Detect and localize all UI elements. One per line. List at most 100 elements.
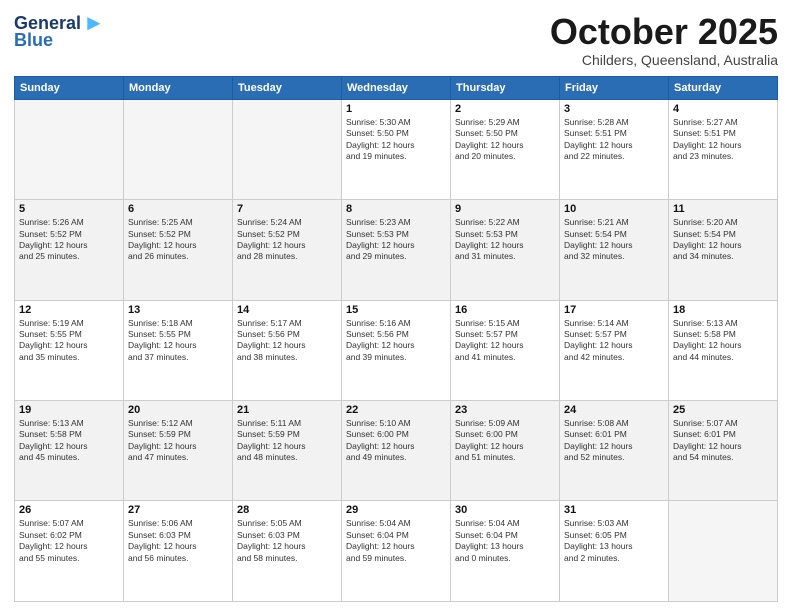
day-number: 5: [19, 203, 119, 215]
calendar-cell: 29 Sunrise: 5:04 AM Sunset: 6:04 PM Dayli…: [342, 501, 451, 602]
day-number: 7: [237, 203, 337, 215]
day-number: 27: [128, 504, 228, 516]
calendar-cell: 25 Sunrise: 5:07 AM Sunset: 6:01 PM Dayli…: [669, 401, 778, 501]
logo-arrow-icon: ►: [83, 12, 105, 34]
day-number: 13: [128, 304, 228, 316]
col-friday: Friday: [560, 76, 669, 99]
day-number: 9: [455, 203, 555, 215]
calendar-cell: 8 Sunrise: 5:23 AM Sunset: 5:53 PM Daylig…: [342, 200, 451, 300]
day-info: Sunrise: 5:23 AM Sunset: 5:53 PM Dayligh…: [346, 217, 446, 263]
day-number: 20: [128, 404, 228, 416]
month-title: October 2025: [550, 12, 778, 52]
calendar-week-row: 1 Sunrise: 5:30 AM Sunset: 5:50 PM Daylig…: [15, 99, 778, 199]
day-number: 19: [19, 404, 119, 416]
calendar-cell: 21Sunrise: 5:11 AM Sunset: 5:59 PM Dayli…: [233, 401, 342, 501]
day-info: Sunrise: 5:18 AM Sunset: 5:55 PM Dayligh…: [128, 318, 228, 364]
day-number: 14: [237, 304, 337, 316]
calendar-week-row: 26 Sunrise: 5:07 AM Sunset: 6:02 PM Dayli…: [15, 501, 778, 602]
col-wednesday: Wednesday: [342, 76, 451, 99]
day-info: Sunrise: 5:27 AM Sunset: 5:51 PM Dayligh…: [673, 117, 773, 163]
col-sunday: Sunday: [15, 76, 124, 99]
calendar-cell: 22 Sunrise: 5:10 AM Sunset: 6:00 PM Dayli…: [342, 401, 451, 501]
calendar-cell: [15, 99, 124, 199]
calendar-cell: 11 Sunrise: 5:20 AM Sunset: 5:54 PM Dayli…: [669, 200, 778, 300]
day-info: Sunrise: 5:22 AM Sunset: 5:53 PM Dayligh…: [455, 217, 555, 263]
calendar-cell: 17 Sunrise: 5:14 AM Sunset: 5:57 PM Dayli…: [560, 300, 669, 400]
calendar-cell: 16 Sunrise: 5:15 AM Sunset: 5:57 PM Dayli…: [451, 300, 560, 400]
day-info: Sunrise: 5:19 AM Sunset: 5:55 PM Dayligh…: [19, 318, 119, 364]
day-number: 29: [346, 504, 446, 516]
day-info: Sunrise: 5:09 AM Sunset: 6:00 PM Dayligh…: [455, 418, 555, 464]
day-info: Sunrise: 5:04 AM Sunset: 6:04 PM Dayligh…: [346, 518, 446, 564]
day-info: Sunrise: 5:06 AM Sunset: 6:03 PM Dayligh…: [128, 518, 228, 564]
calendar-cell: 15 Sunrise: 5:16 AM Sunset: 5:56 PM Dayli…: [342, 300, 451, 400]
calendar-cell: 26 Sunrise: 5:07 AM Sunset: 6:02 PM Dayli…: [15, 501, 124, 602]
day-info: Sunrise: 5:07 AM Sunset: 6:02 PM Dayligh…: [19, 518, 119, 564]
calendar-week-row: 19 Sunrise: 5:13 AM Sunset: 5:58 PM Dayli…: [15, 401, 778, 501]
calendar-week-row: 5 Sunrise: 5:26 AM Sunset: 5:52 PM Daylig…: [15, 200, 778, 300]
calendar-cell: 4 Sunrise: 5:27 AM Sunset: 5:51 PM Daylig…: [669, 99, 778, 199]
calendar-cell: 19 Sunrise: 5:13 AM Sunset: 5:58 PM Dayli…: [15, 401, 124, 501]
day-number: 16: [455, 304, 555, 316]
day-number: 8: [346, 203, 446, 215]
day-info: Sunrise: 5:30 AM Sunset: 5:50 PM Dayligh…: [346, 117, 446, 163]
calendar-cell: [124, 99, 233, 199]
calendar-cell: 12 Sunrise: 5:19 AM Sunset: 5:55 PM Dayli…: [15, 300, 124, 400]
day-info: Sunrise: 5:26 AM Sunset: 5:52 PM Dayligh…: [19, 217, 119, 263]
location: Childers, Queensland, Australia: [550, 52, 778, 68]
title-block: October 2025 Childers, Queensland, Austr…: [550, 12, 778, 68]
calendar-cell: 13 Sunrise: 5:18 AM Sunset: 5:55 PM Dayli…: [124, 300, 233, 400]
day-info: Sunrise: 5:12 AM Sunset: 5:59 PM Dayligh…: [128, 418, 228, 464]
day-info: Sunrise: 5:13 AM Sunset: 5:58 PM Dayligh…: [19, 418, 119, 464]
day-number: 18: [673, 304, 773, 316]
day-number: 2: [455, 103, 555, 115]
day-info: Sunrise: 5:17 AM Sunset: 5:56 PM Dayligh…: [237, 318, 337, 364]
day-number: 3: [564, 103, 664, 115]
day-number: 11: [673, 203, 773, 215]
day-info: Sunrise: 5:10 AM Sunset: 6:00 PM Dayligh…: [346, 418, 446, 464]
day-info: Sunrise: 5:15 AM Sunset: 5:57 PM Dayligh…: [455, 318, 555, 364]
calendar-cell: 18 Sunrise: 5:13 AM Sunset: 5:58 PM Dayli…: [669, 300, 778, 400]
logo: General ► Blue: [14, 12, 105, 51]
calendar-header-row: Sunday Monday Tuesday Wednesday Thursday…: [15, 76, 778, 99]
day-info: Sunrise: 5:25 AM Sunset: 5:52 PM Dayligh…: [128, 217, 228, 263]
calendar-cell: 7 Sunrise: 5:24 AM Sunset: 5:52 PM Daylig…: [233, 200, 342, 300]
day-info: Sunrise: 5:16 AM Sunset: 5:56 PM Dayligh…: [346, 318, 446, 364]
calendar-cell: 28Sunrise: 5:05 AM Sunset: 6:03 PM Dayli…: [233, 501, 342, 602]
calendar-cell: 20 Sunrise: 5:12 AM Sunset: 5:59 PM Dayli…: [124, 401, 233, 501]
calendar-cell: 2 Sunrise: 5:29 AM Sunset: 5:50 PM Daylig…: [451, 99, 560, 199]
col-saturday: Saturday: [669, 76, 778, 99]
day-number: 30: [455, 504, 555, 516]
day-info: Sunrise: 5:24 AM Sunset: 5:52 PM Dayligh…: [237, 217, 337, 263]
day-info: Sunrise: 5:05 AM Sunset: 6:03 PM Dayligh…: [237, 518, 337, 564]
day-number: 24: [564, 404, 664, 416]
day-info: Sunrise: 5:14 AM Sunset: 5:57 PM Dayligh…: [564, 318, 664, 364]
day-number: 21: [237, 404, 337, 416]
day-number: 1: [346, 103, 446, 115]
day-number: 26: [19, 504, 119, 516]
calendar-cell: 10Sunrise: 5:21 AM Sunset: 5:54 PM Dayli…: [560, 200, 669, 300]
day-number: 22: [346, 404, 446, 416]
day-number: 15: [346, 304, 446, 316]
calendar-cell: 30Sunrise: 5:04 AM Sunset: 6:04 PM Dayli…: [451, 501, 560, 602]
day-info: Sunrise: 5:03 AM Sunset: 6:05 PM Dayligh…: [564, 518, 664, 564]
day-info: Sunrise: 5:13 AM Sunset: 5:58 PM Dayligh…: [673, 318, 773, 364]
header: General ► Blue October 2025 Childers, Qu…: [14, 12, 778, 68]
calendar-table: Sunday Monday Tuesday Wednesday Thursday…: [14, 76, 778, 602]
page-container: General ► Blue October 2025 Childers, Qu…: [0, 0, 792, 612]
day-info: Sunrise: 5:29 AM Sunset: 5:50 PM Dayligh…: [455, 117, 555, 163]
calendar-week-row: 12 Sunrise: 5:19 AM Sunset: 5:55 PM Dayli…: [15, 300, 778, 400]
logo-blue: Blue: [14, 30, 53, 51]
day-info: Sunrise: 5:20 AM Sunset: 5:54 PM Dayligh…: [673, 217, 773, 263]
calendar-cell: 1 Sunrise: 5:30 AM Sunset: 5:50 PM Daylig…: [342, 99, 451, 199]
day-number: 17: [564, 304, 664, 316]
calendar-cell: 3Sunrise: 5:28 AM Sunset: 5:51 PM Daylig…: [560, 99, 669, 199]
col-thursday: Thursday: [451, 76, 560, 99]
day-info: Sunrise: 5:07 AM Sunset: 6:01 PM Dayligh…: [673, 418, 773, 464]
day-number: 12: [19, 304, 119, 316]
day-number: 4: [673, 103, 773, 115]
calendar-cell: [233, 99, 342, 199]
day-number: 25: [673, 404, 773, 416]
calendar-cell: 24Sunrise: 5:08 AM Sunset: 6:01 PM Dayli…: [560, 401, 669, 501]
calendar-cell: 6Sunrise: 5:25 AM Sunset: 5:52 PM Daylig…: [124, 200, 233, 300]
